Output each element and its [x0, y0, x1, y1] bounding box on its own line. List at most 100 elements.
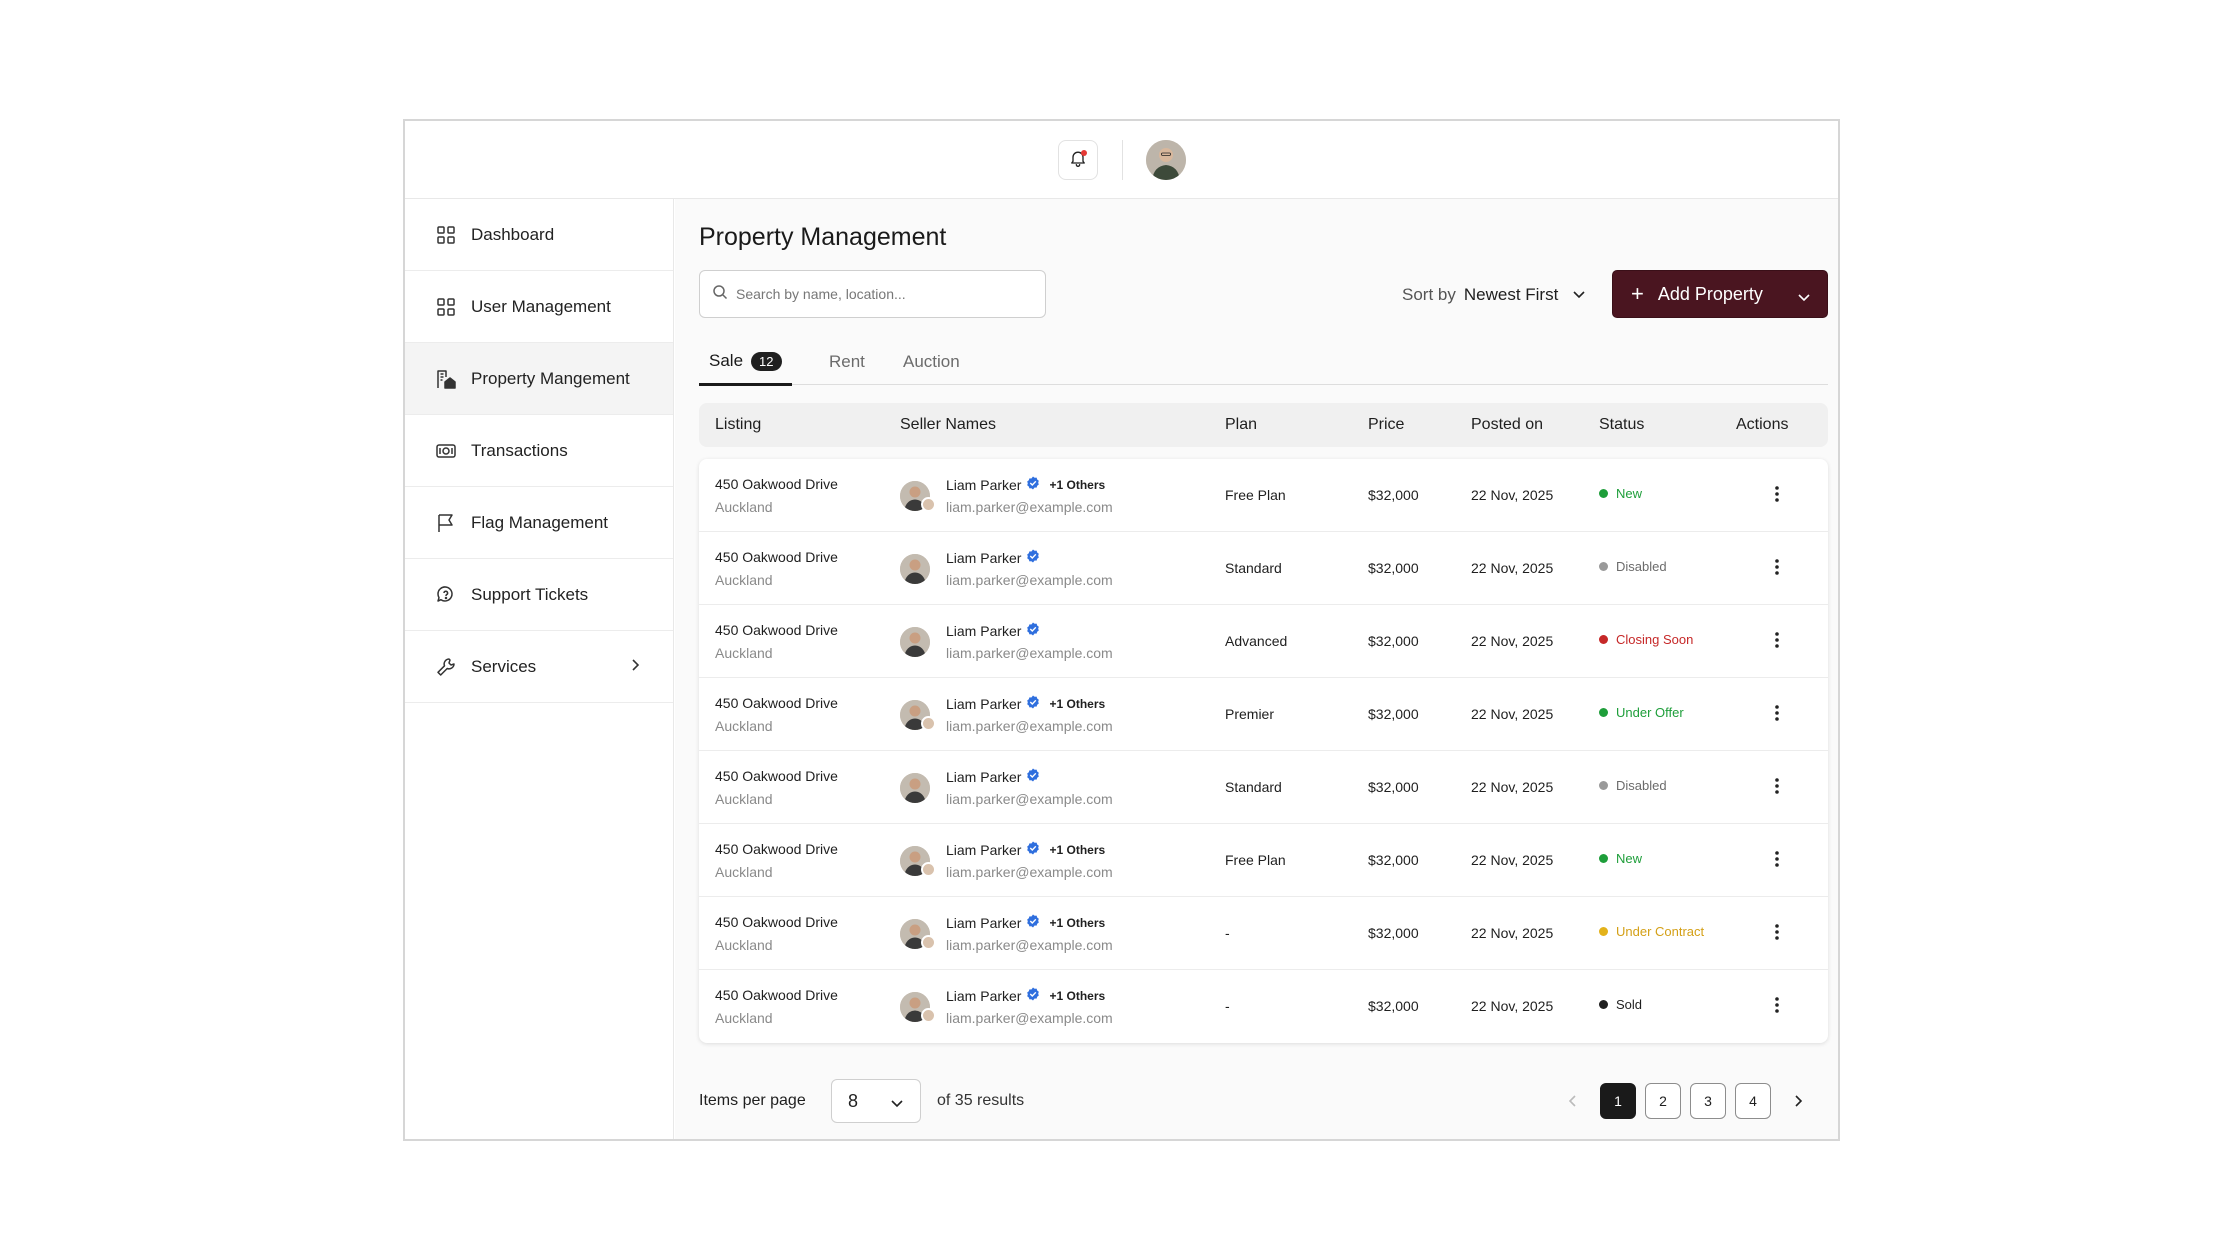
column-header: Status [1599, 416, 1645, 433]
row-actions-menu[interactable] [1765, 629, 1789, 653]
sidebar-item-property-management[interactable]: Property Mangement [405, 343, 673, 415]
sidebar-item-label: Flag Management [471, 512, 609, 532]
verified-badge-icon [1026, 549, 1040, 566]
verified-badge-icon [1026, 841, 1040, 858]
table-row[interactable]: 450 Oakwood Drive Auckland Liam Parker +1 O… [699, 678, 1828, 751]
column-header: Listing [715, 416, 762, 433]
seller-cell: Liam Parker +1 Others liam.parker@example.… [946, 841, 1113, 880]
posted-date-cell: 22 Nov, 2025 [1471, 998, 1554, 1014]
verified-badge-icon [1026, 987, 1040, 1004]
sidebar-item-flag-management[interactable]: Flag Management [405, 487, 673, 559]
more-vertical-icon [1774, 485, 1780, 506]
table-footer: Items per page 8 of 35 results 1 2 3 4 [699, 1079, 1828, 1123]
row-actions-menu[interactable] [1765, 848, 1789, 872]
tab-rent[interactable]: Rent [829, 339, 865, 385]
grid-icon [435, 224, 457, 246]
sidebar-item-services[interactable]: Services [405, 631, 673, 703]
page-button[interactable]: 1 [1600, 1083, 1636, 1119]
seller-cell: Liam Parker liam.parker@example.com [946, 622, 1113, 661]
posted-date-cell: 22 Nov, 2025 [1471, 633, 1554, 649]
table-row[interactable]: 450 Oakwood Drive Auckland Liam Parker +1 O… [699, 459, 1828, 532]
row-actions-menu[interactable] [1765, 483, 1789, 507]
price-cell: $32,000 [1368, 998, 1419, 1014]
more-vertical-icon [1774, 704, 1780, 725]
user-avatar[interactable] [1146, 140, 1186, 180]
more-vertical-icon [1774, 558, 1780, 579]
verified-badge-icon [1026, 476, 1040, 493]
sidebar-item-dashboard[interactable]: Dashboard [405, 199, 673, 271]
row-actions-menu[interactable] [1765, 921, 1789, 945]
sidebar-item-label: Dashboard [471, 224, 555, 244]
seller-name: Liam Parker [946, 841, 1022, 858]
search-input[interactable] [736, 286, 1036, 302]
search-box[interactable] [699, 270, 1046, 318]
sort-dropdown[interactable]: Sort by Newest First [1402, 285, 1586, 305]
status-badge: Closing Soon [1599, 632, 1693, 647]
listing-address: 450 Oakwood Drive [715, 987, 838, 1003]
notification-button[interactable] [1058, 140, 1098, 180]
more-vertical-icon [1774, 996, 1780, 1017]
add-property-button[interactable]: + Add Property [1612, 270, 1828, 318]
sidebar-item-label: Property Mangement [471, 368, 630, 388]
table-row[interactable]: 450 Oakwood Drive Auckland Liam Parker liam… [699, 751, 1828, 824]
tab-label: Rent [829, 352, 865, 371]
row-actions-menu[interactable] [1765, 556, 1789, 580]
price-cell: $32,000 [1368, 633, 1419, 649]
row-actions-menu[interactable] [1765, 775, 1789, 799]
table-row[interactable]: 450 Oakwood Drive Auckland Liam Parker +1 O… [699, 970, 1828, 1043]
table-row[interactable]: 450 Oakwood Drive Auckland Liam Parker liam… [699, 532, 1828, 605]
tab-auction[interactable]: Auction [903, 339, 960, 385]
sort-value: Newest First [1463, 285, 1559, 304]
listing-city: Auckland [715, 499, 773, 515]
status-badge: Under Offer [1599, 705, 1684, 720]
seller-cell: Liam Parker +1 Others liam.parker@example.… [946, 695, 1113, 734]
table-row[interactable]: 450 Oakwood Drive Auckland Liam Parker liam… [699, 605, 1828, 678]
table-row[interactable]: 450 Oakwood Drive Auckland Liam Parker +1 O… [699, 824, 1828, 897]
listing-cell: 450 Oakwood Drive Auckland [715, 914, 838, 953]
other-sellers-count: +1 Others [1049, 988, 1106, 1003]
status-label: Under Contract [1616, 924, 1705, 939]
posted-date-cell: 22 Nov, 2025 [1471, 560, 1554, 576]
secondary-seller-avatar [921, 497, 936, 512]
sidebar-item-user-management[interactable]: User Management [405, 271, 673, 343]
seller-email: liam.parker@example.com [946, 718, 1113, 734]
listing-cell: 450 Oakwood Drive Auckland [715, 476, 838, 515]
chevron-left-icon[interactable] [1555, 1083, 1591, 1119]
listing-address: 450 Oakwood Drive [715, 622, 838, 638]
listing-city: Auckland [715, 1010, 773, 1026]
plan-cell: Advanced [1225, 633, 1288, 649]
status-dot [1599, 489, 1608, 498]
price-cell: $32,000 [1368, 487, 1419, 503]
status-label: New [1616, 486, 1643, 501]
status-badge: Under Contract [1599, 924, 1704, 939]
items-per-page-value: 8 [848, 1090, 859, 1111]
price-cell: $32,000 [1368, 852, 1419, 868]
listing-cell: 450 Oakwood Drive Auckland [715, 622, 838, 661]
listing-address: 450 Oakwood Drive [715, 841, 838, 857]
cash-icon [435, 440, 457, 462]
sidebar-item-support-tickets[interactable]: Support Tickets [405, 559, 673, 631]
wrench-icon [435, 656, 457, 678]
posted-date-cell: 22 Nov, 2025 [1471, 852, 1554, 868]
page-title: Property Management [699, 223, 947, 251]
plan-cell: Premier [1225, 706, 1275, 722]
seller-email: liam.parker@example.com [946, 864, 1113, 880]
listing-city: Auckland [715, 572, 773, 588]
row-actions-menu[interactable] [1765, 994, 1789, 1018]
status-badge: Sold [1599, 997, 1642, 1012]
seller-name: Liam Parker [946, 695, 1022, 712]
page-button[interactable]: 2 [1645, 1083, 1681, 1119]
secondary-seller-avatar [921, 716, 936, 731]
status-dot [1599, 708, 1608, 717]
plan-cell: Standard [1225, 779, 1282, 795]
page-button[interactable]: 3 [1690, 1083, 1726, 1119]
status-label: New [1616, 851, 1643, 866]
sidebar-item-transactions[interactable]: Transactions [405, 415, 673, 487]
page-button[interactable]: 4 [1735, 1083, 1771, 1119]
table-row[interactable]: 450 Oakwood Drive Auckland Liam Parker +1 O… [699, 897, 1828, 970]
row-actions-menu[interactable] [1765, 702, 1789, 726]
tab-sale[interactable]: Sale 12 [699, 339, 792, 386]
verified-badge-icon [1026, 695, 1040, 712]
chevron-right-icon[interactable] [1780, 1083, 1816, 1119]
items-per-page-select[interactable]: 8 [831, 1079, 921, 1123]
